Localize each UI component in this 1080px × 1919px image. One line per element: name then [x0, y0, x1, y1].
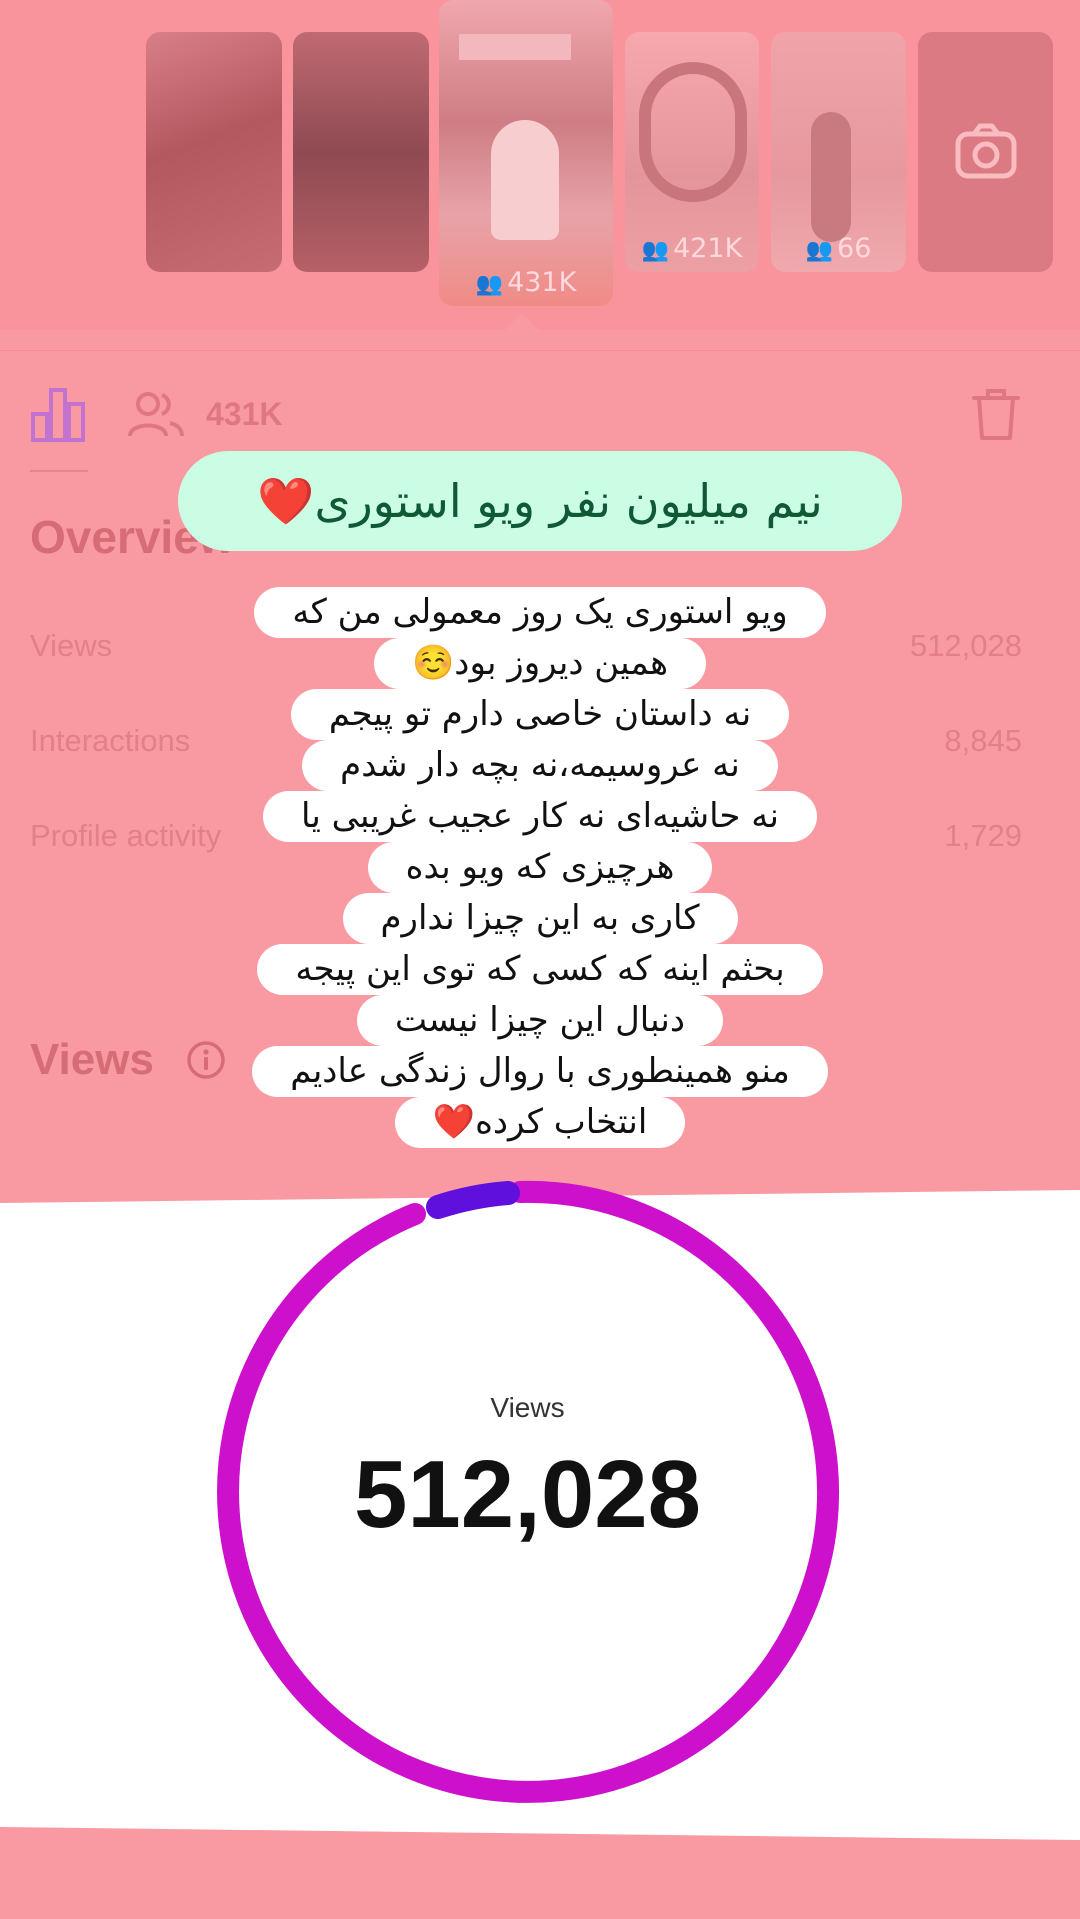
story-view-count: 431K	[507, 267, 577, 298]
caption-title-sticker: نیم میلیون نفر ویو استوری❤️	[178, 451, 902, 551]
people-icon: 👥	[805, 238, 834, 263]
caption-line: هرچیزی که ویو بده	[0, 842, 1080, 893]
story-view-count: 421K	[673, 233, 743, 264]
story-person-figure	[811, 112, 851, 242]
people-icon: 👥	[641, 238, 670, 263]
donut-total-views: 512,028	[353, 1441, 701, 1548]
caption-line: کاری به این چیزا ندارم	[0, 893, 1080, 944]
camera-icon	[955, 123, 1017, 179]
story-thumbnail[interactable]	[293, 32, 429, 272]
story-view-count: 66	[837, 233, 872, 264]
story-thumbnail[interactable]	[146, 32, 282, 272]
caption-line: ویو استوری یک روز معمولی من که	[0, 587, 1080, 638]
caption-line: منو همینطوری با روال زندگی عادیم	[0, 1046, 1080, 1097]
audience-count: 431K	[206, 396, 283, 432]
story-arch-shape	[639, 62, 747, 202]
caption-line: همین دیروز بود☺️	[0, 638, 1080, 689]
caption-line: نه حاشیه‌ای نه کار عجیب غریبی یا	[0, 791, 1080, 842]
trash-icon[interactable]	[968, 386, 1024, 442]
story-sticker	[459, 34, 571, 60]
story-thumbnail-selected[interactable]: 👥 431K	[439, 0, 613, 306]
caption-line: بحثم اینه که کسی که توی این پیجه	[0, 944, 1080, 995]
caption-line: دنبال این چیزا نیست	[0, 995, 1080, 1046]
add-story-camera-button[interactable]	[918, 32, 1053, 272]
donut-caption: Views	[490, 1392, 565, 1423]
caption-line: نه داستان خاصی دارم تو پیجم	[0, 689, 1080, 740]
story-thumbnail[interactable]: 👥 421K	[625, 32, 759, 272]
story-person-figure	[491, 120, 559, 240]
story-thumbnail[interactable]: 👥 66	[771, 32, 906, 272]
caption-line: انتخاب کرده❤️	[0, 1097, 1080, 1148]
bar-chart-icon[interactable]	[30, 386, 86, 442]
divider	[0, 350, 1080, 351]
caption-line: نه عروسیمه،نه بچه دار شدم	[0, 740, 1080, 791]
donut-segment-minor	[426, 1181, 520, 1219]
people-icon[interactable]	[128, 390, 184, 438]
active-tab-indicator	[30, 470, 88, 472]
story-thumbnail-strip: 👥 431K 👥 421K 👥 66	[0, 0, 1080, 330]
people-icon: 👥	[475, 272, 504, 297]
